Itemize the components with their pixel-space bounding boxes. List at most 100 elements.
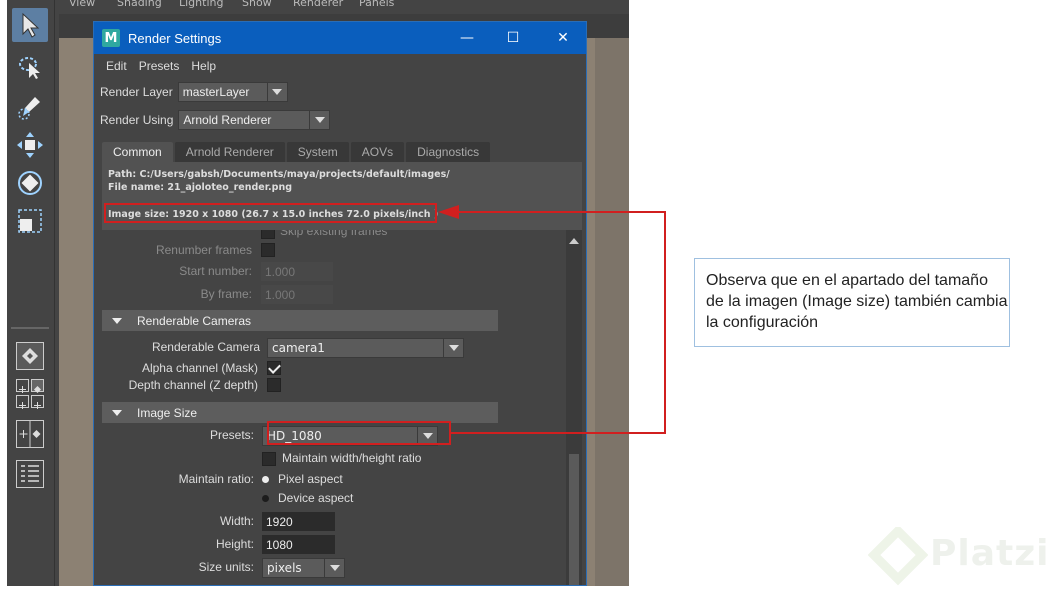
by-frame-label: By frame: xyxy=(200,287,252,301)
height-field[interactable]: 1080 xyxy=(262,535,335,554)
single-perspective-layout-icon[interactable] xyxy=(16,342,44,370)
renumber-frames-label: Renumber frames xyxy=(155,243,252,257)
maintain-ratio-checkbox-label: Maintain width/height ratio xyxy=(282,451,422,465)
common-tab-panel: Path: C:/Users/gabsh/Documents/maya/proj… xyxy=(102,162,582,585)
arrow-head-icon xyxy=(438,205,459,219)
menu-help[interactable]: Help xyxy=(191,59,216,73)
device-aspect-radio[interactable] xyxy=(262,495,269,502)
scroll-up-arrow-icon[interactable] xyxy=(569,238,579,244)
menu-presets[interactable]: Presets xyxy=(139,59,180,73)
window-title: Render Settings xyxy=(128,30,222,46)
output-file-name: File name: 21_ajoloteo_render.png xyxy=(108,182,293,193)
maya-screenshot: View Shading Lighting Show Renderer Pane… xyxy=(7,0,629,586)
move-tool-icon[interactable] xyxy=(12,128,48,162)
renderable-camera-dropdown[interactable]: camera1 xyxy=(267,338,464,358)
maya-menubar: View Shading Lighting Show Renderer Pane… xyxy=(59,0,629,14)
chevron-down-icon xyxy=(266,83,287,101)
skip-existing-frames-checkbox[interactable] xyxy=(261,230,275,239)
renderable-cameras-header: Renderable Cameras xyxy=(137,313,252,328)
start-number-label: Start number: xyxy=(179,264,252,278)
render-using-row: Render Using Arnold Renderer xyxy=(100,109,331,131)
scrollbar-thumb[interactable] xyxy=(569,454,579,585)
render-using-label: Render Using xyxy=(100,113,174,127)
scale-tool-icon[interactable] xyxy=(12,204,48,238)
image-size-highlight-box xyxy=(104,203,437,223)
menu-panels[interactable]: Panels xyxy=(359,0,394,9)
menu-view[interactable]: View xyxy=(69,0,95,9)
layout-icon[interactable] xyxy=(16,395,29,409)
collapse-arrow-icon xyxy=(112,317,122,324)
menu-lighting[interactable]: Lighting xyxy=(179,0,223,9)
tab-arnold-renderer[interactable]: Arnold Renderer xyxy=(174,142,285,162)
rotate-tool-icon[interactable] xyxy=(12,166,48,200)
height-label: Height: xyxy=(215,537,254,551)
menu-shading[interactable]: Shading xyxy=(117,0,162,9)
maximize-button[interactable]: ☐ xyxy=(490,22,536,54)
renderable-cameras-section[interactable]: Renderable Cameras xyxy=(102,310,498,331)
settings-scroll-area[interactable]: Skip existing frames Renumber frames Sta… xyxy=(102,230,582,585)
renumber-frames-checkbox[interactable] xyxy=(261,243,275,257)
tab-common[interactable]: Common xyxy=(102,142,173,162)
tool-shelf xyxy=(7,0,55,586)
render-layer-value: masterLayer xyxy=(182,85,250,99)
menu-show[interactable]: Show xyxy=(242,0,272,9)
menu-renderer[interactable]: Renderer xyxy=(293,0,343,9)
connector-line-vertical xyxy=(664,211,666,434)
window-titlebar[interactable]: M Render Settings — ☐ ✕ xyxy=(94,22,586,54)
width-field[interactable]: 1920 xyxy=(262,512,335,531)
alpha-channel-checkbox[interactable] xyxy=(267,361,281,375)
platzi-logo-icon xyxy=(868,527,928,586)
tab-diagnostics[interactable]: Diagnostics xyxy=(406,142,491,162)
renderable-camera-value: camera1 xyxy=(272,341,325,355)
presets-highlight-box xyxy=(267,421,451,445)
chevron-down-icon xyxy=(309,111,330,129)
settings-tabs: Common Arnold Renderer System AOVs Diagn… xyxy=(102,142,492,162)
menu-edit[interactable]: Edit xyxy=(106,59,127,73)
output-path: Path: C:/Users/gabsh/Documents/maya/proj… xyxy=(108,169,450,180)
maintain-ratio-checkbox[interactable] xyxy=(262,452,276,466)
lasso-tool-icon[interactable] xyxy=(12,50,48,84)
watermark-text: Platzi xyxy=(930,533,1050,574)
depth-channel-label: Depth channel (Z depth) xyxy=(128,378,258,392)
four-view-layout-icon[interactable] xyxy=(16,379,29,393)
depth-channel-checkbox[interactable] xyxy=(267,378,281,392)
platzi-watermark: Platzi xyxy=(868,525,1058,589)
device-aspect-label: Device aspect xyxy=(278,491,354,505)
pixel-aspect-label: Pixel aspect xyxy=(278,472,343,486)
collapse-arrow-icon xyxy=(112,409,122,416)
width-label: Width: xyxy=(219,514,254,528)
by-frame-field[interactable]: 1.000 xyxy=(261,285,333,304)
layout-icon[interactable] xyxy=(31,395,44,409)
vertical-scrollbar[interactable] xyxy=(566,230,582,585)
layout-icon[interactable] xyxy=(31,379,44,393)
size-units-value: pixels xyxy=(267,561,302,575)
renderable-camera-label: Renderable Camera xyxy=(151,340,260,354)
paint-select-tool-icon[interactable] xyxy=(12,90,48,124)
size-units-dropdown[interactable]: pixels xyxy=(262,558,345,578)
maintain-ratio-label: Maintain ratio: xyxy=(178,472,254,486)
callout-box: Observa que en el apartado del tamaño de… xyxy=(694,258,1010,347)
select-tool-icon[interactable] xyxy=(12,8,48,42)
outliner-layout-icon[interactable] xyxy=(16,460,44,488)
start-number-field[interactable]: 1.000 xyxy=(261,262,333,281)
two-panel-layout-icon[interactable] xyxy=(16,420,44,448)
tab-aovs[interactable]: AOVs xyxy=(350,142,405,162)
render-using-dropdown[interactable]: Arnold Renderer xyxy=(178,110,331,130)
pixel-aspect-radio[interactable] xyxy=(262,476,269,483)
skip-existing-frames-label: Skip existing frames xyxy=(280,230,388,238)
callout-text: Observa que en el apartado del tamaño de… xyxy=(706,272,1008,331)
image-size-header: Image Size xyxy=(137,405,198,420)
size-units-label: Size units: xyxy=(198,560,254,574)
render-layer-row: Render Layer masterLayer xyxy=(100,81,288,103)
maya-app-icon: M xyxy=(102,29,120,47)
render-layer-label: Render Layer xyxy=(100,85,173,99)
close-button[interactable]: ✕ xyxy=(540,22,586,54)
presets-label: Presets: xyxy=(209,428,254,442)
viewport-right-strip xyxy=(595,38,629,586)
tab-system[interactable]: System xyxy=(286,142,349,162)
image-size-section[interactable]: Image Size xyxy=(102,402,498,423)
chevron-down-icon xyxy=(324,559,344,577)
window-menubar: Edit Presets Help xyxy=(94,54,586,78)
render-layer-dropdown[interactable]: masterLayer xyxy=(177,82,288,102)
minimize-button[interactable]: — xyxy=(444,22,490,54)
